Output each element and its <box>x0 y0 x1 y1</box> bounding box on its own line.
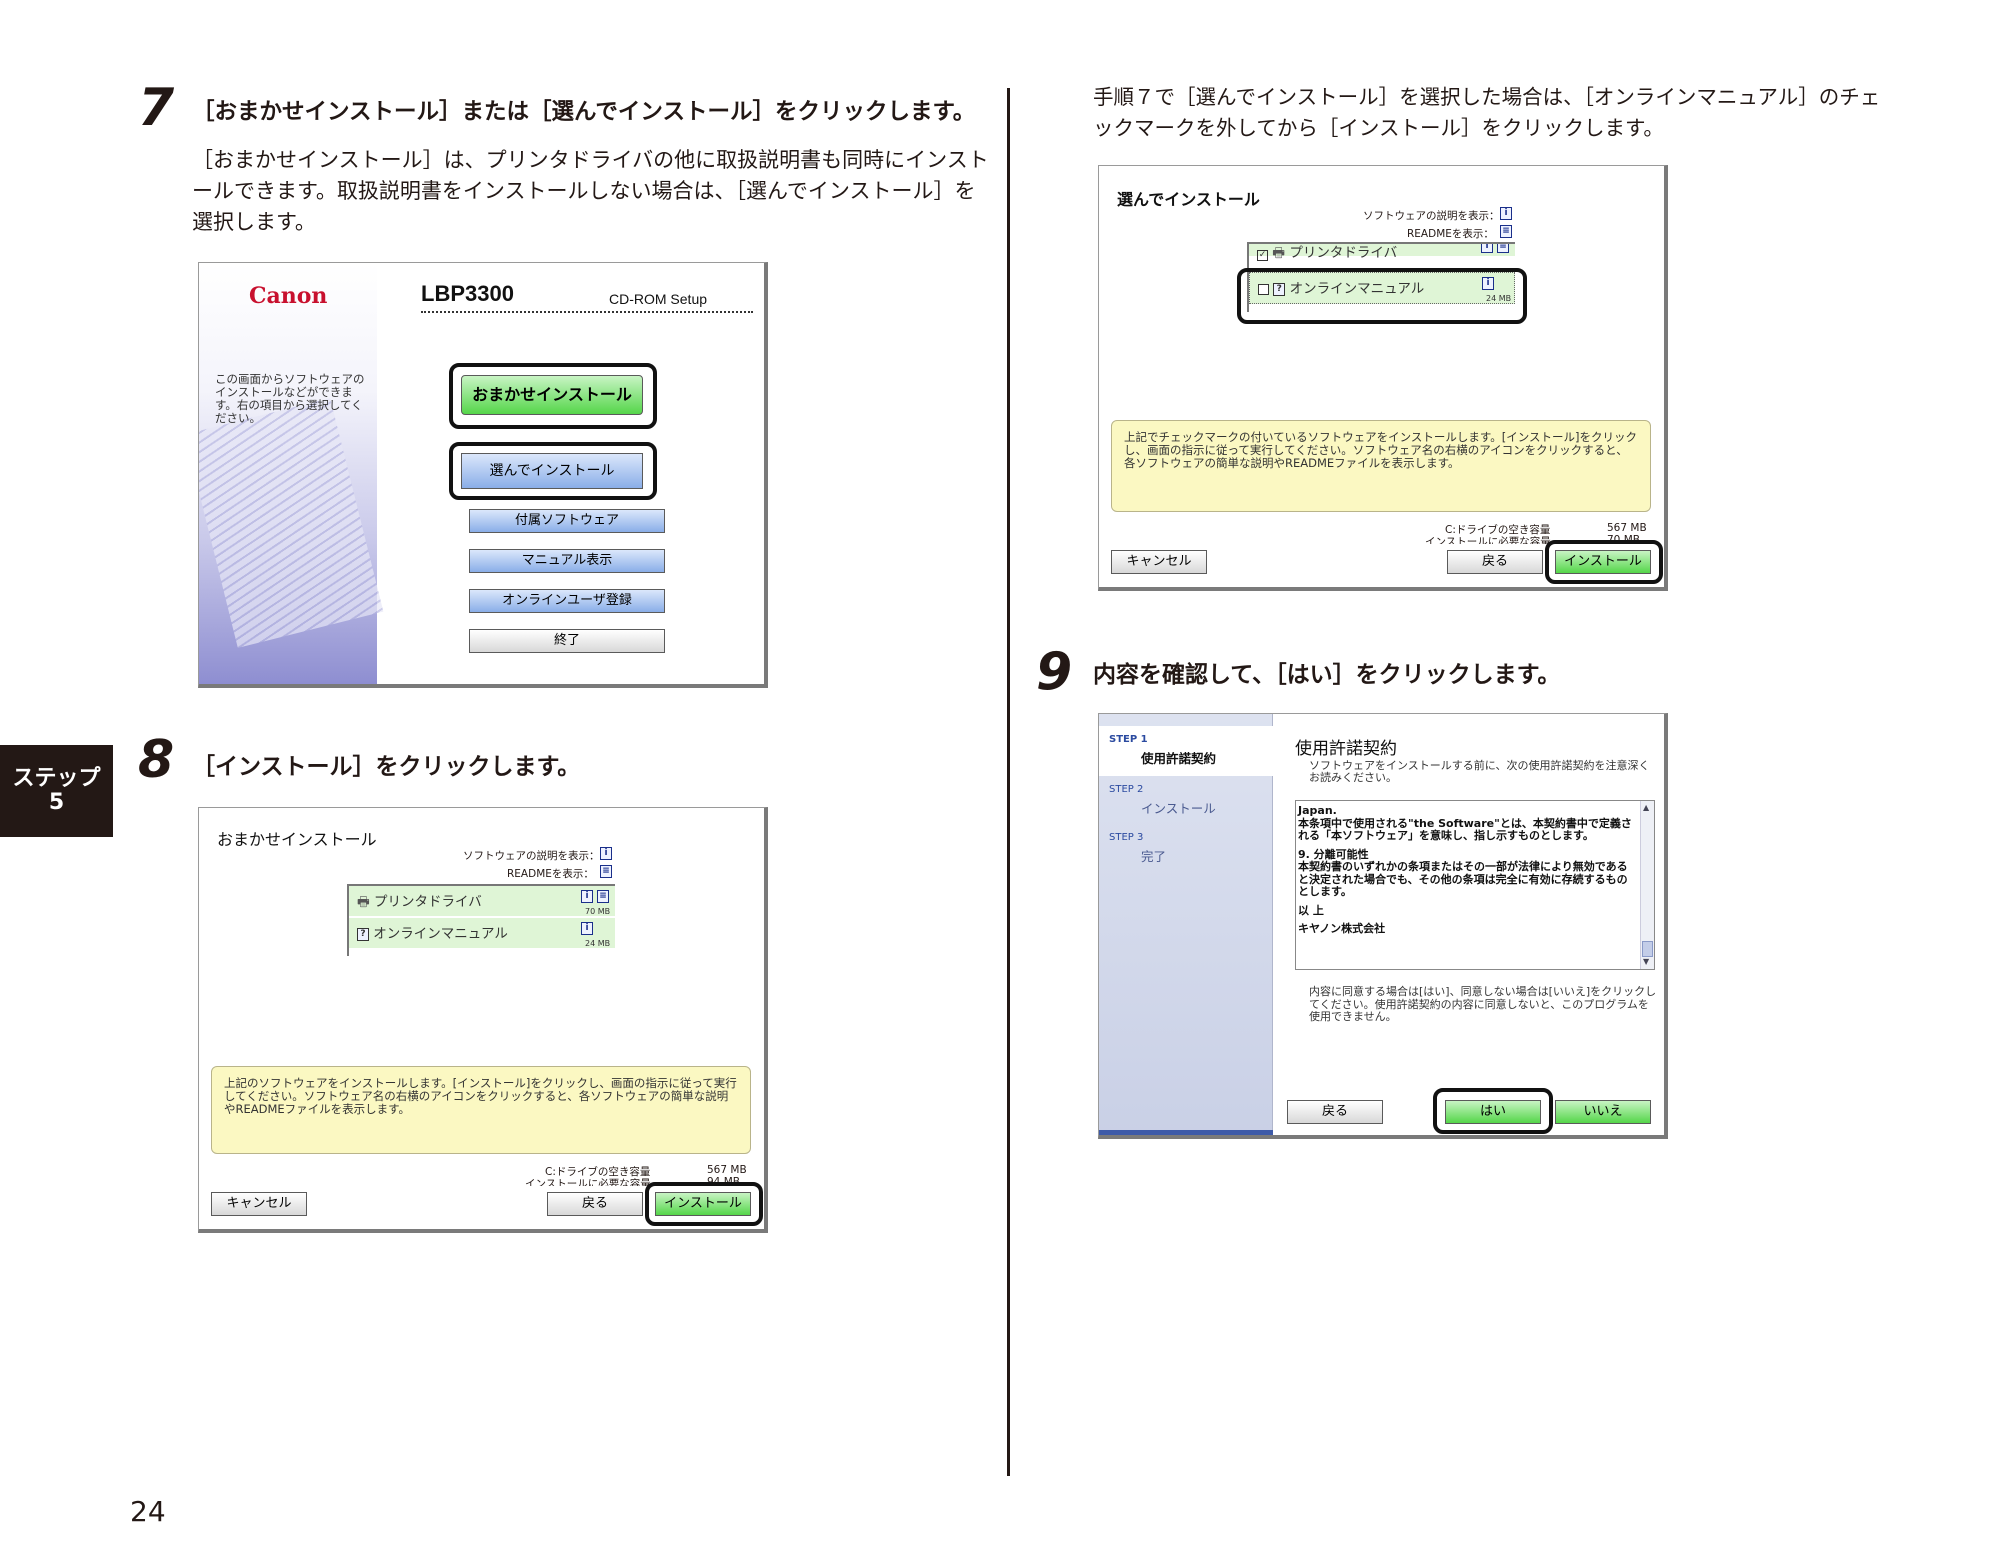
software-list: 🖶 プリンタドライバ i ≡ 70 MB ? オンラインマニュアル i 24 M… <box>347 884 615 956</box>
item-name: プリンタドライバ <box>374 894 482 910</box>
step7-body: ［おまかせインストール］は、プリンタドライバの他に取扱説明書も同時にインストール… <box>192 148 989 234</box>
agreement-notice: 内容に同意する場合は[はい]、同意しない場合は[いいえ]をクリックしてください。… <box>1309 985 1657 1023</box>
item-name: オンラインマニュアル <box>373 926 508 942</box>
list-item-printer-driver: 🖶 プリンタドライバ i ≡ 70 MB <box>349 886 615 918</box>
easy-install-screenshot: おまかせインストール ソフトウェアの説明を表示： i READMEを表示： ≡ … <box>198 807 768 1233</box>
sidebar-bottom-bar <box>1099 1130 1273 1135</box>
description-toggle-label: ソフトウェアの説明を表示： <box>1363 210 1500 222</box>
license-line: 本条項中で使用される"the Software"とは、本契約書中で定義される「本… <box>1298 816 1632 842</box>
list-item-printer-driver: ✓ 🖶 プリンタドライバ i ≡ <box>1249 244 1515 261</box>
step-2-name: インストール <box>1141 801 1216 816</box>
step-1-label: STEP 1 <box>1109 734 1148 745</box>
step-1-name: 使用許諾契約 <box>1141 751 1217 766</box>
license-line: Japan. <box>1298 804 1337 817</box>
install-highlight <box>645 1182 763 1226</box>
dialog-title: 使用許諾契約 <box>1295 739 1397 759</box>
printer-icon: 🖶 <box>357 894 370 910</box>
info-icon[interactable]: i <box>1481 244 1493 253</box>
custom-install-note: 手順７で［選んでインストール］を選択した場合は、［オンラインマニュアル］のチェッ… <box>1093 85 1881 140</box>
item-size: 24 MB <box>585 939 611 948</box>
scroll-up-arrow-icon[interactable]: ▲ <box>1643 803 1649 812</box>
step9-number: 9 <box>1036 642 1073 702</box>
cancel-button[interactable]: キャンセル <box>1111 550 1207 574</box>
required-space-label: インストールに必要な容量 <box>1425 536 1551 544</box>
license-agreement-screenshot: STEP 1 使用許諾契約 STEP 2 インストール STEP 3 完了 使用… <box>1098 713 1668 1139</box>
step7-number: 7 <box>138 78 175 138</box>
license-line: キヤノン株式会社 <box>1298 922 1386 935</box>
back-button[interactable]: 戻る <box>1287 1100 1383 1124</box>
dialog-title: 選んでインストール <box>1117 190 1260 209</box>
readme-icon[interactable]: ≡ <box>600 865 612 878</box>
intro-text: この画面からソフトウェアのインストールなどができます。右の項目から選択してくださ… <box>215 372 365 425</box>
dialog-subtitle: ソフトウェアをインストールする前に、次の使用許諾契約を注意深くお読みください。 <box>1309 759 1650 784</box>
printer-icon: 🖶 <box>1272 245 1286 261</box>
omakase-highlight <box>449 363 657 429</box>
license-line: 本契約書のいずれかの条項またはその一部が法律により無効であると決定された場合でも… <box>1298 860 1628 898</box>
info-icon[interactable]: i <box>600 847 612 860</box>
step9-title: 内容を確認して、［はい］をクリックします。 <box>1093 662 1561 688</box>
readme-icon[interactable]: ≡ <box>1500 225 1512 238</box>
page-number: 24 <box>130 1495 166 1528</box>
dialog-title: おまかせインストール <box>217 830 377 849</box>
install-note: 上記のソフトウェアをインストールします。[インストール]をクリックし、画面の指示… <box>211 1066 751 1154</box>
install-note: 上記でチェックマークの付いているソフトウェアをインストールします。[インストール… <box>1111 420 1651 512</box>
license-textbox[interactable]: Japan. 本条項中で使用される"the Software"とは、本契約書中で定… <box>1295 800 1655 970</box>
back-button[interactable]: 戻る <box>547 1192 643 1216</box>
product-name: LBP3300 <box>421 281 514 306</box>
step8-number: 8 <box>138 730 175 790</box>
list-item-online-manual: ? オンラインマニュアル i 24 MB <box>349 918 615 950</box>
step-3-name: 完了 <box>1141 849 1167 864</box>
bundled-software-button[interactable]: 付属ソフトウェア <box>469 509 665 533</box>
yes-highlight <box>1433 1088 1553 1134</box>
checkbox-checked[interactable]: ✓ <box>1257 250 1268 261</box>
manual-display-button[interactable]: マニュアル表示 <box>469 549 665 573</box>
free-space-value: 567 MB <box>707 1164 747 1176</box>
readme-toggle-label: READMEを表示： <box>507 868 594 880</box>
step-side-tab: ステップ 5 <box>0 745 113 837</box>
step-3-label: STEP 3 <box>1109 832 1144 843</box>
description-toggle-label: ソフトウェアの説明を表示： <box>463 850 600 862</box>
scrollbar[interactable]: ▲ ▼ <box>1640 801 1654 969</box>
custom-install-screenshot: 選んでインストール ソフトウェアの説明を表示： i READMEを表示： ≡ ✓… <box>1098 165 1668 591</box>
free-space-value: 567 MB <box>1607 522 1647 534</box>
readme-toggle-label: READMEを表示： <box>1407 228 1494 240</box>
setup-label: CD-ROM Setup <box>609 291 708 307</box>
cdrom-setup-screenshot: Canon LBP3300 CD-ROM Setup この画面からソフトウェアの… <box>198 262 768 688</box>
info-icon[interactable]: i <box>1500 207 1512 220</box>
cancel-button[interactable]: キャンセル <box>211 1192 307 1216</box>
install-highlight <box>1545 540 1663 584</box>
step8-title: ［インストール］をクリックします。 <box>192 754 581 780</box>
online-manual-highlight <box>1237 268 1527 324</box>
scrollbar-thumb[interactable] <box>1642 941 1653 957</box>
side-tab-number: 5 <box>48 790 65 815</box>
required-space-label: インストールに必要な容量 <box>525 1178 651 1186</box>
step-sidebar: STEP 1 使用許諾契約 STEP 2 インストール STEP 3 完了 <box>1099 714 1273 1135</box>
scroll-down-arrow-icon[interactable]: ▼ <box>1643 957 1649 966</box>
step7-title: ［おまかせインストール］または［選んでインストール］をクリックします。 <box>192 99 976 125</box>
step-2-label: STEP 2 <box>1109 784 1144 795</box>
license-text: Japan. 本条項中で使用される"the Software"とは、本契約書中で定… <box>1296 801 1654 936</box>
exit-button[interactable]: 終了 <box>469 629 665 653</box>
custom-install-highlight <box>449 442 657 500</box>
online-registration-button[interactable]: オンラインユーザ登録 <box>469 589 665 613</box>
column-divider <box>1007 88 1010 1476</box>
side-tab-label: ステップ <box>12 766 101 791</box>
canon-logo: Canon <box>249 283 328 309</box>
no-button[interactable]: いいえ <box>1555 1100 1651 1124</box>
manual-icon: ? <box>357 927 369 941</box>
license-line: 以 上 <box>1298 903 1324 917</box>
item-name: プリンタドライバ <box>1289 245 1398 261</box>
back-button[interactable]: 戻る <box>1447 550 1543 574</box>
header-underline <box>421 311 753 313</box>
readme-icon[interactable]: ≡ <box>1497 244 1509 253</box>
